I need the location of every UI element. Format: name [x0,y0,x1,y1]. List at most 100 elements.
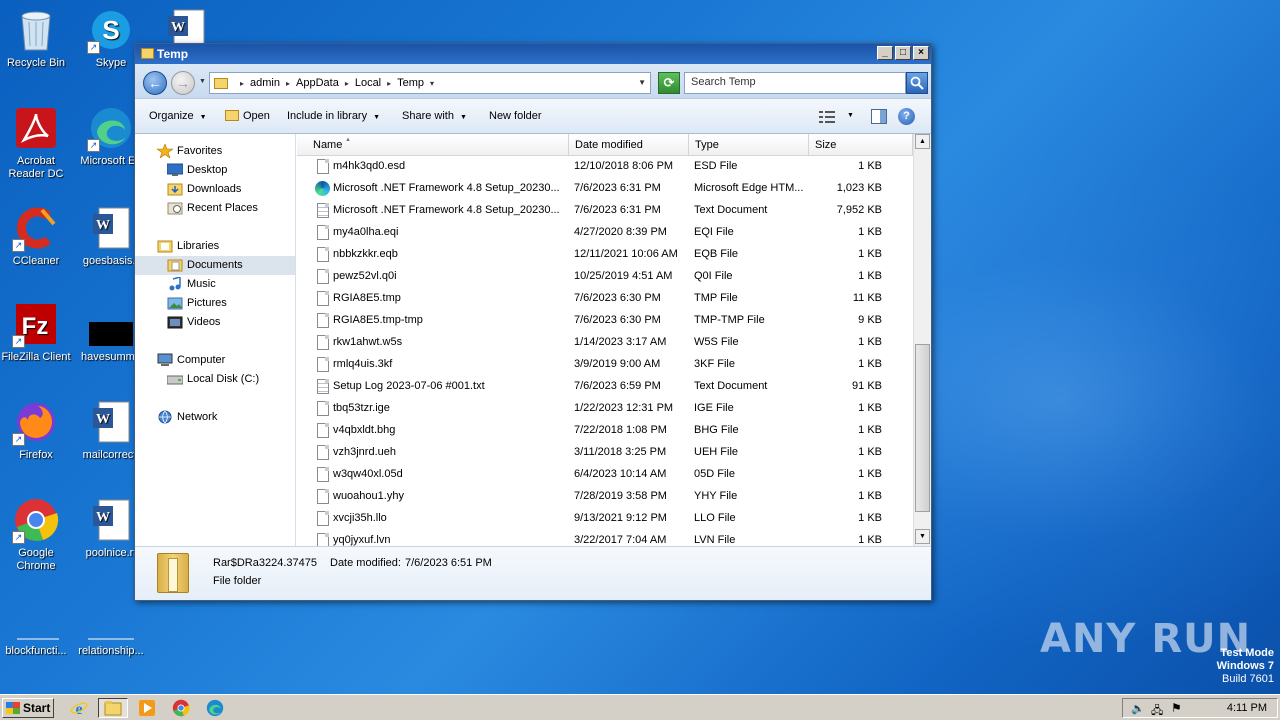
new-folder-button[interactable]: New folder [489,110,542,122]
desktop-icon-blank-file[interactable]: blockfuncti... [0,594,74,658]
watermark-line: Build 7601 [1222,673,1274,685]
breadcrumb-root-arrow[interactable]: ▸ [234,79,250,88]
file-icon [317,291,329,306]
refresh-button[interactable]: ⟳ [658,72,680,94]
file-date: 7/6/2023 6:31 PM [574,182,661,194]
file-row[interactable]: Setup Log 2023-07-06 #001.txt 7/6/2023 6:… [297,376,913,398]
network-tray-icon[interactable]: 🖧 [1151,702,1163,720]
desktop-icon-acrobat[interactable]: Acrobat Reader DC [0,104,74,181]
change-view-icon[interactable] [819,111,835,123]
back-button[interactable]: ← [143,71,167,95]
scroll-up-button[interactable]: ▲ [915,134,930,149]
skype-icon: S ↗ [87,6,135,54]
column-header-size[interactable]: Size [809,134,913,156]
taskbar-explorer[interactable] [98,698,128,718]
file-date: 12/11/2021 10:06 AM [574,248,678,260]
nav-downloads[interactable]: Downloads [135,180,295,199]
breadcrumb-item[interactable]: AppData ▸ [296,77,355,89]
nav-recent-places[interactable]: Recent Places [135,199,295,218]
nav-desktop[interactable]: Desktop [135,161,295,180]
address-box[interactable]: ▸ admin ▸ AppData ▸ Local ▸ Temp ▾ ▼ [209,72,651,94]
nav-local-disk[interactable]: Local Disk (C:) [135,370,295,389]
action-center-flag-icon[interactable]: ⚑ [1171,701,1182,715]
file-row[interactable]: pewz52vl.q0i 10/25/2019 4:51 AM Q0I File 1 … [297,266,913,288]
taskbar-chrome[interactable] [166,698,196,718]
file-row[interactable]: rkw1ahwt.w5s 1/14/2023 3:17 AM W5S File 1 K… [297,332,913,354]
file-name: v4qbxldt.bhg [333,424,396,436]
file-row[interactable]: w3qw40xl.05d 6/4/2023 10:14 AM 05D File 1 K… [297,464,913,486]
breadcrumb-item[interactable]: Temp ▾ [397,77,440,89]
desktop-icon-label: FileZilla Client [1,351,71,363]
file-type: 3KF File [694,358,735,370]
share-with-button[interactable]: Share with ▼ [402,110,467,122]
file-row[interactable]: my4a0lha.eqi 4/27/2020 8:39 PM EQI File 1 K… [297,222,913,244]
desktop-icon [167,163,183,176]
file-row[interactable]: Microsoft .NET Framework 4.8 Setup_20230… [297,178,913,200]
recent-pages-dropdown[interactable]: ▼ [199,78,206,85]
nav-network[interactable]: Network [135,408,295,427]
organize-button[interactable]: Organize ▼ [149,110,207,122]
desktop-icon-ccleaner[interactable]: ↗ CCleaner [0,204,74,268]
file-row[interactable]: RGIA8E5.tmp-tmp 7/6/2023 6:30 PM TMP-TMP F… [297,310,913,332]
taskbar-edge[interactable] [200,698,230,718]
firefox-icon: ↗ [12,398,60,446]
window-titlebar[interactable]: Temp _ □ × [135,44,931,64]
file-icon [317,247,329,262]
file-row[interactable]: Microsoft .NET Framework 4.8 Setup_20230… [297,200,913,222]
scroll-down-button[interactable]: ▼ [915,529,930,544]
file-date: 4/27/2020 8:39 PM [574,226,667,238]
file-row[interactable]: xvcji35h.llo 9/13/2021 9:12 PM LLO File 1 K… [297,508,913,530]
start-button[interactable]: Start [2,698,54,718]
nav-pictures[interactable]: Pictures [135,294,295,313]
desktop-icon-label: Acrobat Reader DC [8,155,64,180]
nav-libraries[interactable]: Libraries [135,237,295,256]
taskbar-media-player[interactable] [132,698,162,718]
nav-documents[interactable]: Documents [135,256,295,275]
scroll-thumb[interactable] [915,344,930,512]
desktop-icon-chrome[interactable]: ↗ Google Chrome [0,496,74,573]
file-row[interactable]: wuoahou1.yhy 7/28/2019 3:58 PM YHY File 1 K… [297,486,913,508]
file-row[interactable]: tbq53tzr.ige 1/22/2023 12:31 PM IGE File 1 … [297,398,913,420]
desktop-icon-recycle-bin[interactable]: Recycle Bin [0,6,74,70]
nav-computer[interactable]: Computer [135,351,295,370]
preview-pane-icon[interactable] [871,109,887,124]
column-header-type[interactable]: Type [689,134,809,156]
column-header-date[interactable]: Date modified [569,134,689,156]
file-size: 1 KB [858,248,882,260]
taskbar-ie[interactable]: e [64,698,94,718]
file-row[interactable]: rmlq4uis.3kf 3/9/2019 9:00 AM 3KF File 1 KB [297,354,913,376]
search-input[interactable]: Search Temp [684,72,906,94]
svg-text:W: W [96,218,110,233]
desktop-icon-firefox[interactable]: ↗ Firefox [0,398,74,462]
breadcrumb-item[interactable]: Local ▸ [355,77,397,89]
nav-music[interactable]: Music [135,275,295,294]
file-row[interactable]: vzh3jnrd.ueh 3/11/2018 3:25 PM UEH File 1 K… [297,442,913,464]
speaker-icon[interactable]: 🔈 [1131,702,1145,715]
file-row[interactable]: RGIA8E5.tmp 7/6/2023 6:30 PM TMP File 11 KB [297,288,913,310]
search-icon[interactable] [906,72,928,94]
desktop-icon-blank-file[interactable]: relationship... [73,594,149,658]
address-dropdown-button[interactable]: ▼ [638,78,646,87]
downloads-folder-icon [167,183,183,196]
file-name: Microsoft .NET Framework 4.8 Setup_20230… [333,204,560,216]
file-row[interactable]: v4qbxldt.bhg 7/22/2018 1:08 PM BHG File 1 K… [297,420,913,442]
forward-button[interactable]: → [171,71,195,95]
nav-videos[interactable]: Videos [135,313,295,332]
minimize-button[interactable]: _ [877,46,893,60]
column-header-name[interactable]: ▲ Name [297,134,569,156]
desktop-icon-filezilla[interactable]: Fz ↗ FileZilla Client [0,300,74,364]
file-type: UEH File [694,446,739,458]
file-row[interactable]: m4hk3qd0.esd 12/10/2018 8:06 PM ESD File 1 … [297,156,913,178]
close-button[interactable]: × [913,46,929,60]
file-type: YHY File [694,490,738,502]
include-in-library-button[interactable]: Include in library ▼ [287,110,380,122]
maximize-button[interactable]: □ [895,46,911,60]
breadcrumb-item[interactable]: admin ▸ [250,77,296,89]
help-icon[interactable]: ? [898,108,915,125]
file-row[interactable]: nbbkzkkr.eqb 12/11/2021 10:06 AM EQB File 1… [297,244,913,266]
nav-favorites[interactable]: Favorites [135,142,295,161]
clock[interactable]: 4:11 PM [1227,702,1267,714]
open-button[interactable]: Open [225,110,270,122]
vertical-scrollbar[interactable]: ▲ ▼ [913,134,931,546]
view-options-dropdown[interactable]: ▼ [847,112,854,119]
